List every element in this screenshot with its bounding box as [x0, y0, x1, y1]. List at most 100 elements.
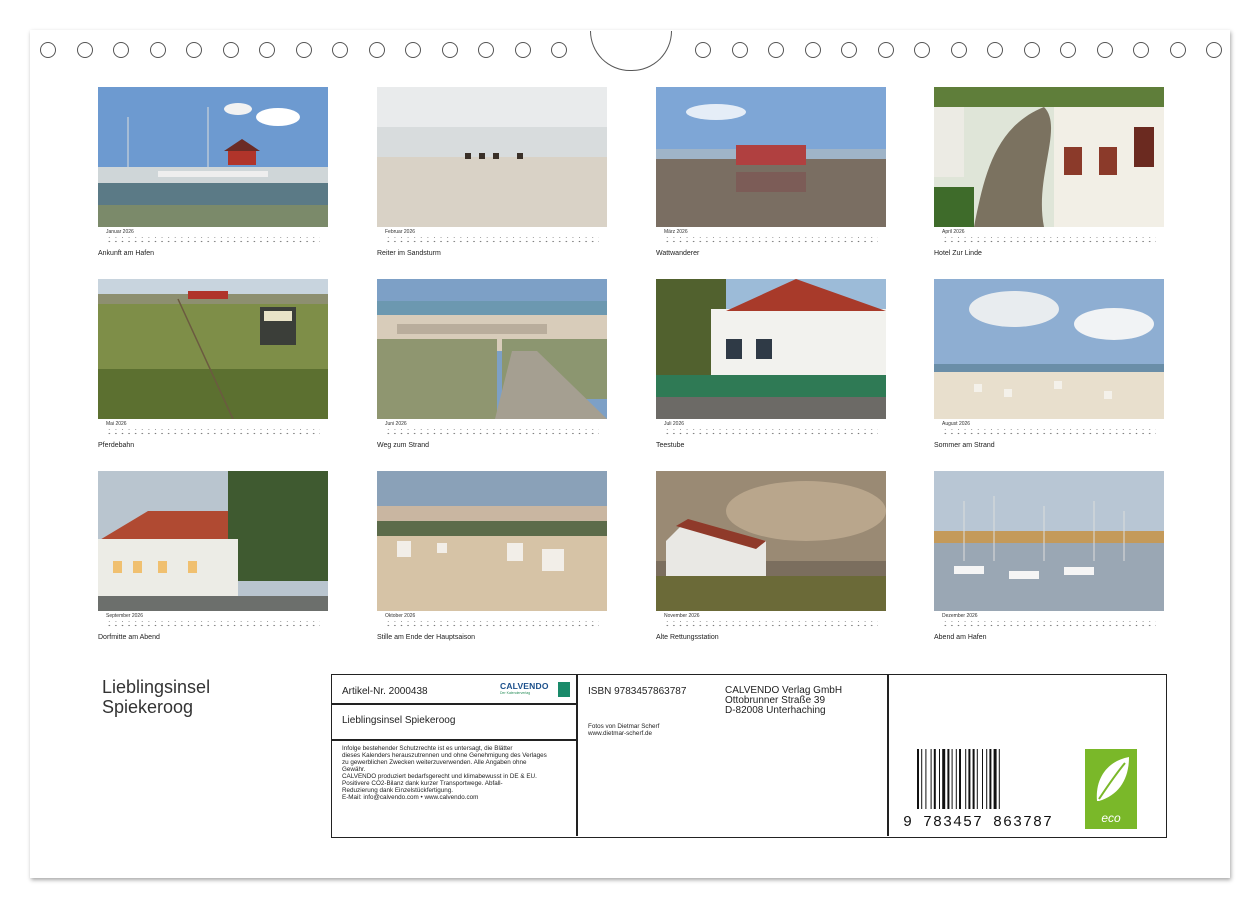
- month-day-strip: [106, 427, 320, 437]
- month-tile: Dezember 2026 Abend am Hafen: [934, 471, 1164, 641]
- legal-line: Gewähr.: [342, 766, 366, 773]
- product-title: Lieblingsinsel Spiekeroog: [342, 715, 456, 726]
- month-caption: Weg zum Strand: [377, 442, 430, 449]
- month-day-strip: [664, 427, 878, 437]
- binding-hole: [877, 42, 894, 58]
- binding-hole: [987, 42, 1003, 58]
- legal-line: zu gewerblichen Zwecken weiterzuverwende…: [342, 759, 527, 766]
- binding-hole: [768, 42, 784, 58]
- publisher-city: D-82008 Unterhaching: [725, 705, 826, 716]
- month-photo: [934, 471, 1164, 611]
- article-number: Artikel-Nr. 2000438: [342, 686, 428, 697]
- binding-hole: [804, 42, 821, 58]
- month-photo: [934, 279, 1164, 419]
- binding-hole: [441, 42, 458, 58]
- month-tile: Mai 2026 Pferdebahn: [98, 279, 328, 449]
- binding-hole: [841, 42, 857, 58]
- month-photo: [934, 87, 1164, 227]
- leaf-icon: [1096, 757, 1129, 801]
- divider: [332, 703, 577, 705]
- month-tile: September 2026 Dorfmitte am Abend: [98, 471, 328, 641]
- month-photo: [377, 87, 607, 227]
- binding-hole: [332, 42, 348, 58]
- month-photo: [98, 471, 328, 611]
- eco-badge: eco: [1085, 749, 1137, 829]
- binding-hole: [1206, 42, 1222, 58]
- month-photo: [656, 471, 886, 611]
- binding-hole: [1096, 42, 1113, 58]
- legal-line: CALVENDO produziert bedarfsgerecht und k…: [342, 773, 537, 780]
- month-tile: März 2026 Wattwanderer: [656, 87, 886, 257]
- binding-hole: [478, 42, 494, 58]
- photo-website: www.dietmar-scherf.de: [588, 730, 653, 737]
- divider: [576, 675, 578, 836]
- info-box: Artikel-Nr. 2000438 CALVENDO Der Kalende…: [331, 674, 1167, 838]
- month-tile: November 2026 Alte Rettungsstation: [656, 471, 886, 641]
- calvendo-logo: CALVENDO Der Kalenderverlag: [500, 681, 570, 699]
- binding-hole: [368, 42, 385, 58]
- binding-hole: [186, 42, 202, 58]
- month-day-strip: [106, 235, 320, 245]
- month-caption: Wattwanderer: [656, 250, 700, 257]
- legal-line: E-Mail: info@calvendo.com • www.calvendo…: [342, 794, 479, 801]
- binding-hole: [1060, 42, 1076, 58]
- month-caption: Pferdebahn: [98, 442, 135, 449]
- month-day-strip: [385, 427, 599, 437]
- month-day-strip: [385, 619, 599, 629]
- month-caption: Teestube: [656, 442, 685, 449]
- title-line-2: Spiekeroog: [102, 697, 194, 717]
- month-tile: Juni 2026 Weg zum Strand: [377, 279, 607, 449]
- month-photo: [98, 279, 328, 419]
- month-day-strip: [942, 619, 1156, 629]
- month-tile: Juli 2026 Teestube: [656, 279, 886, 449]
- legal-line: Positivere CO2-Bilanz dank kurzer Transp…: [342, 780, 503, 787]
- month-day-strip: [106, 619, 320, 629]
- month-day-strip: [664, 235, 878, 245]
- month-caption: Ankunft am Hafen: [98, 250, 155, 257]
- month-day-strip: [385, 235, 599, 245]
- month-caption: Stille am Ende der Hauptsaison: [377, 634, 476, 641]
- binding-hole: [1133, 42, 1149, 58]
- binding-hole: [731, 42, 748, 58]
- legal-line: Reduzierung dank Einzelstückfertigung.: [342, 787, 453, 794]
- legal-line: Infolge bestehender Schutzrechte ist es …: [342, 745, 513, 752]
- month-day-strip: [942, 235, 1156, 245]
- month-photo: [656, 279, 886, 419]
- binding-hole: [695, 42, 711, 58]
- month-caption: Reiter im Sandsturm: [377, 250, 441, 257]
- month-caption: Alte Rettungsstation: [656, 634, 719, 641]
- divider: [332, 739, 577, 741]
- month-photo: [656, 87, 886, 227]
- binding-hole: [113, 42, 129, 58]
- month-tile: Februar 2026 Reiter im Sandsturm: [377, 87, 607, 257]
- month-photo: [98, 87, 328, 227]
- binding-hole: [149, 42, 166, 58]
- barcode: 9 783457 863787: [903, 749, 1052, 831]
- barcode-number: 9 783457 863787: [903, 814, 1054, 831]
- barcode-panel: 9 783457 863787 eco: [889, 675, 1165, 835]
- month-day-strip: [664, 619, 878, 629]
- calendar-title: Lieblingsinsel Spiekeroog: [102, 677, 210, 717]
- month-caption: Dorfmitte am Abend: [98, 634, 160, 641]
- binding-hole: [514, 42, 531, 58]
- barcode-bars: [917, 749, 1000, 809]
- month-caption: Sommer am Strand: [934, 442, 995, 449]
- month-photo: [377, 471, 607, 611]
- title-line-1: Lieblingsinsel: [102, 677, 211, 697]
- legal-text: Infolge bestehender Schutzrechte ist es …: [342, 745, 574, 801]
- month-caption: Abend am Hafen: [934, 634, 987, 641]
- legal-line: dieses Kalenders herauszutrennen und ohn…: [342, 752, 547, 759]
- month-tile: Oktober 2026 Stille am Ende der Hauptsais…: [377, 471, 607, 641]
- binding-hole: [1169, 42, 1186, 58]
- calvendo-mark-icon: [558, 682, 570, 697]
- binding-hole: [551, 42, 567, 58]
- isbn: ISBN 9783457863787: [588, 686, 687, 697]
- binding-hole: [76, 42, 93, 58]
- month-caption: Hotel Zur Linde: [934, 250, 982, 257]
- month-tile: April 2026 Hotel Zur Linde: [934, 87, 1164, 257]
- binding-hole: [40, 42, 56, 58]
- binding-hole: [950, 42, 967, 58]
- binding-hole: [295, 42, 312, 58]
- binding-hole: [222, 42, 239, 58]
- month-day-strip: [942, 427, 1156, 437]
